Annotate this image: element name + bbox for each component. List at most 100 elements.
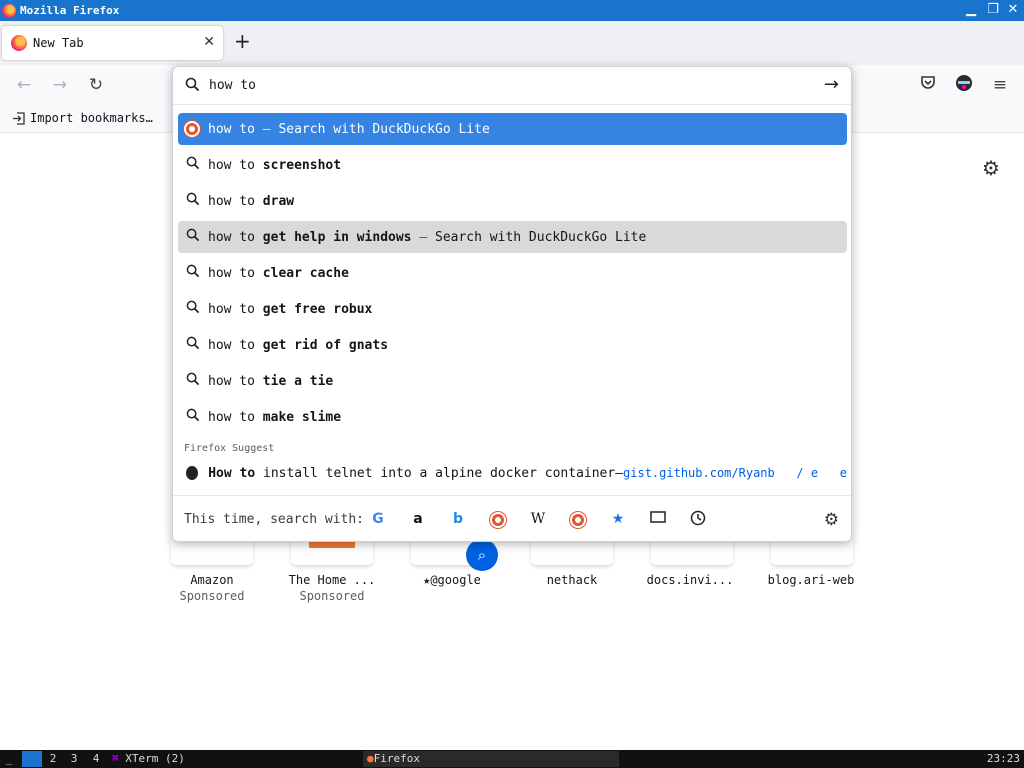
top-site-label: ★@google bbox=[423, 573, 481, 587]
import-bookmarks-button[interactable]: Import bookmarks… bbox=[12, 111, 153, 125]
suggestion-prefix: how to bbox=[208, 157, 263, 173]
suggestion-prefix: how to bbox=[208, 121, 255, 137]
reload-button[interactable]: ↻ bbox=[85, 74, 107, 96]
suggestion-completion: make slime bbox=[262, 409, 342, 425]
suggestion-prefix: how to bbox=[208, 265, 263, 281]
task-firefox[interactable]: ●Firefox bbox=[363, 751, 619, 767]
firefox-tab-icon bbox=[11, 35, 27, 51]
top-site-label: docs.invi... bbox=[646, 573, 734, 587]
tab-strip: New Tab ✕ + bbox=[0, 21, 1024, 65]
import-bookmarks-label: Import bookmarks… bbox=[30, 111, 153, 125]
search-icon bbox=[186, 192, 200, 210]
suggestion-prefix: how to bbox=[208, 229, 263, 245]
close-tab-icon[interactable]: ✕ bbox=[203, 34, 215, 50]
firefox-suggest-label: Firefox Suggest bbox=[184, 443, 275, 454]
suggestion-row[interactable]: how to screenshot bbox=[178, 149, 847, 181]
workspace-2[interactable]: 2 bbox=[43, 751, 63, 767]
personalize-gear-icon[interactable]: ⚙ bbox=[982, 156, 1000, 180]
suggestion-row[interactable]: how to get help in windows — Search with… bbox=[178, 221, 847, 253]
window-title: Mozilla Firefox bbox=[20, 4, 120, 17]
suggestion-completion: clear cache bbox=[262, 265, 349, 281]
extension-icon[interactable] bbox=[953, 74, 975, 96]
top-site-label: blog.ari-web bbox=[767, 573, 855, 587]
pocket-icon[interactable] bbox=[917, 74, 939, 96]
forward-button[interactable]: → bbox=[49, 74, 71, 96]
close-window-button[interactable]: ✕ bbox=[1004, 2, 1022, 17]
suggestion-prefix: how to bbox=[208, 409, 263, 425]
urlbar-dropdown: how to → how to — Search with DuckDuckGo… bbox=[172, 66, 852, 542]
duckduckgo-lite-icon[interactable] bbox=[569, 510, 587, 528]
suggestion-row[interactable]: how to make slime bbox=[178, 401, 847, 433]
bing-icon[interactable]: b bbox=[449, 510, 467, 528]
one-off-search-label: This time, search with: bbox=[184, 511, 365, 527]
firefox-logo-icon bbox=[2, 3, 16, 18]
wikipedia-icon[interactable]: W bbox=[529, 510, 547, 528]
search-icon bbox=[186, 156, 200, 174]
suggestion-row[interactable]: how to draw bbox=[178, 185, 847, 217]
minimize-button[interactable]: ▁ bbox=[962, 2, 980, 17]
google-icon[interactable]: G bbox=[369, 510, 387, 528]
suggestion-separator: — bbox=[411, 229, 435, 245]
workspace-3[interactable]: 3 bbox=[64, 751, 84, 767]
task-xterm[interactable]: ⌘ XTerm (2) bbox=[108, 751, 362, 767]
suggestion-action: Search with DuckDuckGo Lite bbox=[278, 121, 490, 137]
search-settings-gear-icon[interactable]: ⚙ bbox=[824, 510, 839, 530]
suggestion-prefix: how to bbox=[208, 193, 263, 209]
search-icon bbox=[186, 228, 200, 246]
window-titlebar: Mozilla Firefox ▁ ❐ ✕ bbox=[0, 0, 1024, 21]
suggestion-completion: draw bbox=[262, 193, 295, 209]
top-site-label: nethack bbox=[546, 573, 598, 587]
suggest-title-rest: install telnet into a alpine docker cont… bbox=[255, 465, 616, 481]
tabs-icon[interactable] bbox=[649, 510, 667, 528]
search-icon bbox=[186, 372, 200, 390]
amazon-icon[interactable]: a bbox=[409, 510, 427, 528]
task-firefox-label: Firefox bbox=[373, 752, 420, 765]
search-shortcut-icon[interactable]: ⌕ bbox=[466, 539, 498, 571]
suggest-title-bold: How to bbox=[208, 465, 256, 481]
workspace-1[interactable] bbox=[22, 751, 42, 767]
suggestion-completion: get help in windows bbox=[262, 229, 412, 245]
task-xterm-label: XTerm (2) bbox=[125, 752, 185, 765]
suggestion-row[interactable]: how to tie a tie bbox=[178, 365, 847, 397]
maximize-button[interactable]: ❐ bbox=[984, 2, 1002, 17]
suggestion-completion: get free robux bbox=[262, 301, 373, 317]
suggestion-prefix: how to bbox=[208, 373, 263, 389]
xterm-icon: ⌘ bbox=[112, 752, 119, 765]
github-icon bbox=[186, 466, 199, 480]
suggestion-prefix: how to bbox=[208, 337, 263, 353]
firefox-suggest-row[interactable]: How to install telnet into a alpine dock… bbox=[178, 458, 847, 488]
suggestion-row[interactable]: how to get free robux bbox=[178, 293, 847, 325]
suggest-separator: — bbox=[615, 465, 624, 481]
tab-new-tab[interactable]: New Tab ✕ bbox=[2, 26, 223, 60]
search-icon bbox=[186, 408, 200, 426]
history-icon[interactable] bbox=[689, 510, 707, 528]
urlbar-input[interactable]: how to bbox=[209, 78, 256, 93]
search-icon bbox=[186, 336, 200, 354]
suggestion-prefix: how to bbox=[208, 301, 263, 317]
new-tab-button[interactable]: + bbox=[234, 29, 251, 53]
suggestion-row[interactable]: how to get rid of gnats bbox=[178, 329, 847, 361]
workspace-4[interactable]: 4 bbox=[86, 751, 106, 767]
taskbar-menu-icon[interactable]: _ bbox=[2, 751, 16, 767]
import-icon bbox=[13, 111, 25, 125]
duckduckgo-icon bbox=[184, 121, 200, 137]
go-arrow-icon[interactable]: → bbox=[824, 74, 839, 95]
search-icon bbox=[186, 264, 200, 282]
urlbar-input-row[interactable]: how to → bbox=[173, 67, 851, 105]
search-icon bbox=[185, 77, 200, 96]
suggestion-completion: get rid of gnats bbox=[262, 337, 389, 353]
suggest-url: gist.github.com/Ryanb / e e bbox=[623, 466, 847, 480]
suggestion-row[interactable]: how to clear cache bbox=[178, 257, 847, 289]
top-site-sponsored: Sponsored bbox=[179, 589, 245, 603]
suggestion-row[interactable]: how to — Search with DuckDuckGo Lite bbox=[178, 113, 847, 145]
back-button[interactable]: ← bbox=[13, 74, 35, 96]
bookmarks-star-icon[interactable]: ★ bbox=[609, 510, 627, 528]
taskbar-clock: 23:23 bbox=[986, 752, 1020, 765]
suggestion-separator: — bbox=[254, 121, 279, 137]
top-site-sponsored: Sponsored bbox=[299, 589, 365, 603]
suggestion-completion: screenshot bbox=[262, 157, 342, 173]
firefox-task-icon: ● bbox=[367, 752, 374, 765]
tab-label: New Tab bbox=[33, 36, 84, 50]
app-menu-icon[interactable]: ≡ bbox=[989, 74, 1011, 96]
duckduckgo-icon[interactable] bbox=[489, 510, 507, 528]
